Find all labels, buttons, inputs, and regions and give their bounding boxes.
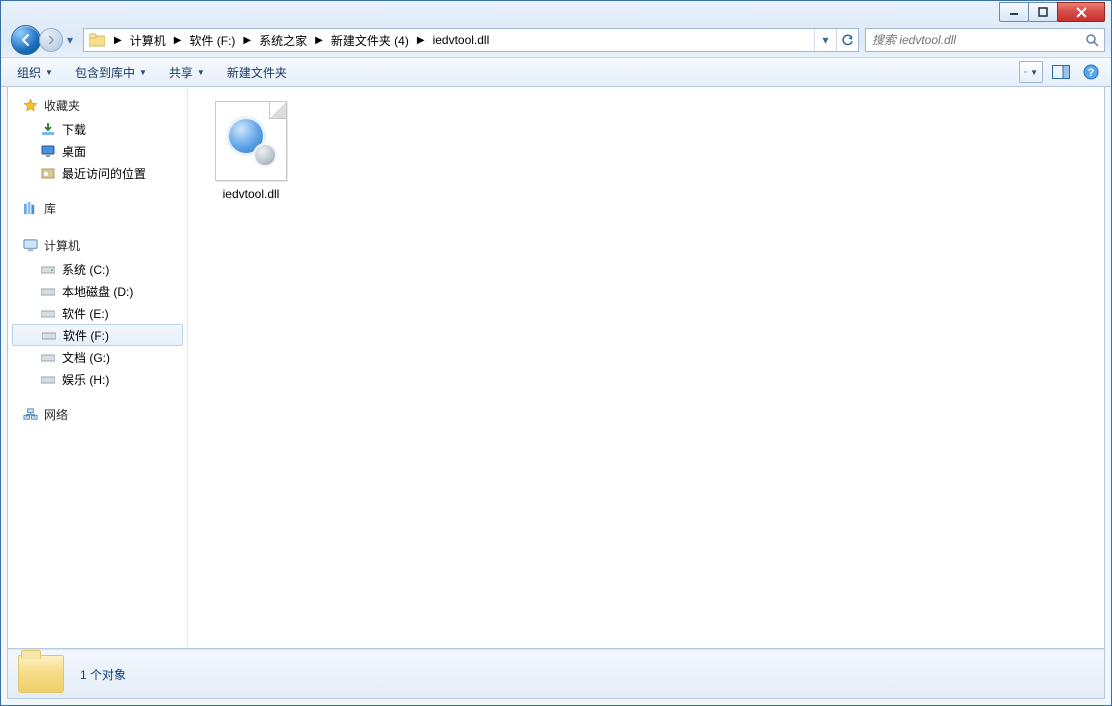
minimize-button[interactable] <box>999 2 1029 22</box>
chevron-down-icon: ▼ <box>1030 68 1038 77</box>
network-label: 网络 <box>44 406 68 423</box>
window-controls <box>1000 2 1105 22</box>
chevron-right-icon[interactable]: ▶ <box>413 35 429 46</box>
sidebar-item-label: 下载 <box>62 121 86 138</box>
favorites-label: 收藏夹 <box>44 97 80 114</box>
chevron-right-icon[interactable]: ▶ <box>239 35 255 46</box>
dll-file-icon <box>215 101 287 181</box>
sidebar-item-drive-e[interactable]: 软件 (E:) <box>8 302 187 324</box>
network-header[interactable]: 网络 <box>8 404 187 427</box>
search-input[interactable] <box>870 32 1084 48</box>
chevron-down-icon: ▼ <box>139 68 147 77</box>
toolbar: 组织 ▼ 包含到库中 ▼ 共享 ▼ 新建文件夹 ▼ ? <box>1 57 1111 87</box>
details-pane: 1 个对象 <box>7 649 1105 699</box>
sidebar-item-drive-d[interactable]: 本地磁盘 (D:) <box>8 280 187 302</box>
include-in-library-menu[interactable]: 包含到库中 ▼ <box>67 60 155 85</box>
sidebar-item-desktop[interactable]: 桌面 <box>8 140 187 162</box>
forward-button[interactable] <box>39 28 63 52</box>
file-name: iedvtool.dll <box>206 187 296 201</box>
favorites-header[interactable]: 收藏夹 <box>8 95 187 118</box>
nav-history-dropdown[interactable]: ▾ <box>63 30 77 50</box>
sidebar-item-label: 本地磁盘 (D:) <box>62 283 133 300</box>
folder-icon <box>88 31 106 49</box>
sidebar-item-label: 软件 (F:) <box>63 327 109 344</box>
sidebar-item-drive-g[interactable]: 文档 (G:) <box>8 346 187 368</box>
include-label: 包含到库中 <box>75 64 135 81</box>
libraries-group: 库 <box>8 198 187 221</box>
sidebar-item-label: 软件 (E:) <box>62 305 109 322</box>
star-icon <box>22 98 38 114</box>
sidebar-item-label: 最近访问的位置 <box>62 165 146 182</box>
network-group: 网络 <box>8 404 187 427</box>
organize-menu[interactable]: 组织 ▼ <box>9 60 61 85</box>
body-area: 收藏夹 下载 桌面 最 <box>7 87 1105 649</box>
drive-icon <box>40 349 56 365</box>
drive-icon <box>40 371 56 387</box>
chevron-down-icon: ▼ <box>197 68 205 77</box>
breadcrumb-folder-2[interactable]: 新建文件夹 (4) <box>327 29 413 51</box>
help-button[interactable]: ? <box>1079 61 1103 83</box>
address-bar[interactable]: ▶ 计算机 ▶ 软件 (F:) ▶ 系统之家 ▶ 新建文件夹 (4) ▶ ied… <box>83 28 859 52</box>
network-icon <box>22 407 38 423</box>
chevron-right-icon[interactable]: ▶ <box>170 35 186 46</box>
nav-buttons: ▾ <box>11 25 77 55</box>
drive-icon <box>40 305 56 321</box>
drive-icon <box>40 283 56 299</box>
libraries-icon <box>22 201 38 217</box>
new-folder-label: 新建文件夹 <box>227 64 287 81</box>
computer-group: 计算机 系统 (C:) 本地磁盘 (D:) 软件 (E:) 软件 (F:) <box>8 235 187 390</box>
sidebar-item-drive-h[interactable]: 娱乐 (H:) <box>8 368 187 390</box>
explorer-window: ▾ ▶ 计算机 ▶ 软件 (F:) ▶ 系统之家 ▶ 新建文件夹 (4) ▶ i… <box>0 0 1112 706</box>
breadcrumb-computer[interactable]: 计算机 <box>126 29 170 51</box>
refresh-button[interactable] <box>836 29 858 51</box>
sidebar-item-label: 桌面 <box>62 143 86 160</box>
sidebar-item-drive-f[interactable]: 软件 (F:) <box>12 324 183 346</box>
view-options-button[interactable]: ▼ <box>1019 61 1043 83</box>
search-icon[interactable] <box>1084 32 1100 48</box>
download-icon <box>40 121 56 137</box>
sidebar-item-downloads[interactable]: 下载 <box>8 118 187 140</box>
breadcrumb-folder-1[interactable]: 系统之家 <box>255 29 311 51</box>
computer-icon <box>22 238 38 254</box>
drive-icon <box>41 327 57 343</box>
sidebar-item-drive-c[interactable]: 系统 (C:) <box>8 258 187 280</box>
svg-text:?: ? <box>1088 67 1095 79</box>
search-box[interactable] <box>865 28 1105 52</box>
folder-icon <box>18 655 64 693</box>
back-button[interactable] <box>11 25 41 55</box>
titlebar <box>1 1 1111 23</box>
sidebar-item-recent[interactable]: 最近访问的位置 <box>8 162 187 184</box>
close-button[interactable] <box>1057 2 1105 22</box>
favorites-group: 收藏夹 下载 桌面 最 <box>8 95 187 184</box>
libraries-header[interactable]: 库 <box>8 198 187 221</box>
file-item[interactable]: iedvtool.dll <box>206 101 296 201</box>
maximize-button[interactable] <box>1028 2 1058 22</box>
computer-header[interactable]: 计算机 <box>8 235 187 258</box>
chevron-right-icon[interactable]: ▶ <box>110 35 126 46</box>
chevron-down-icon: ▼ <box>45 68 53 77</box>
navbar: ▾ ▶ 计算机 ▶ 软件 (F:) ▶ 系统之家 ▶ 新建文件夹 (4) ▶ i… <box>1 23 1111 57</box>
libraries-label: 库 <box>44 200 56 217</box>
new-folder-button[interactable]: 新建文件夹 <box>219 60 295 85</box>
preview-pane-button[interactable] <box>1049 61 1073 83</box>
chevron-right-icon[interactable]: ▶ <box>311 35 327 46</box>
organize-label: 组织 <box>17 64 41 81</box>
status-text: 1 个对象 <box>80 666 126 683</box>
sidebar-item-label: 娱乐 (H:) <box>62 371 109 388</box>
breadcrumb-current[interactable]: iedvtool.dll <box>429 29 494 51</box>
breadcrumb-drive[interactable]: 软件 (F:) <box>185 29 239 51</box>
address-dropdown[interactable]: ▾ <box>814 29 836 51</box>
share-label: 共享 <box>169 64 193 81</box>
file-list[interactable]: iedvtool.dll <box>188 87 1104 648</box>
navigation-pane[interactable]: 收藏夹 下载 桌面 最 <box>8 87 188 648</box>
computer-label: 计算机 <box>44 237 80 254</box>
recent-icon <box>40 165 56 181</box>
share-menu[interactable]: 共享 ▼ <box>161 60 213 85</box>
desktop-icon <box>40 143 56 159</box>
sidebar-item-label: 系统 (C:) <box>62 261 109 278</box>
sidebar-item-label: 文档 (G:) <box>62 349 110 366</box>
drive-icon <box>40 261 56 277</box>
